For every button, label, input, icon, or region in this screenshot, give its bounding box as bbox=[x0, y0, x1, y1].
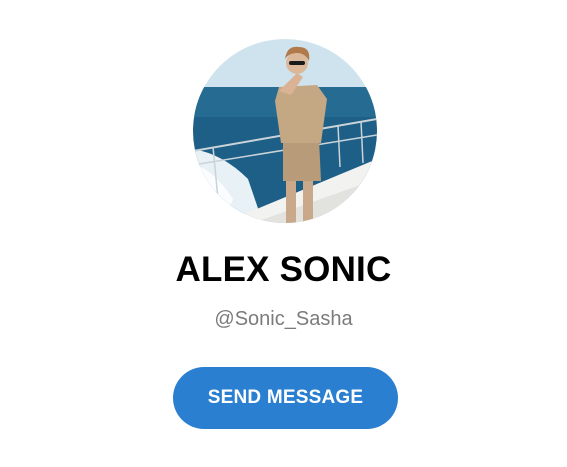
send-message-button[interactable]: SEND MESSAGE bbox=[173, 367, 398, 429]
profile-username: @Sonic_Sasha bbox=[214, 308, 353, 330]
avatar bbox=[193, 39, 377, 223]
profile-card: ALEX SONIC @Sonic_Sasha SEND MESSAGE bbox=[0, 0, 567, 467]
avatar-photo bbox=[193, 39, 377, 223]
profile-name: ALEX SONIC bbox=[175, 250, 392, 289]
